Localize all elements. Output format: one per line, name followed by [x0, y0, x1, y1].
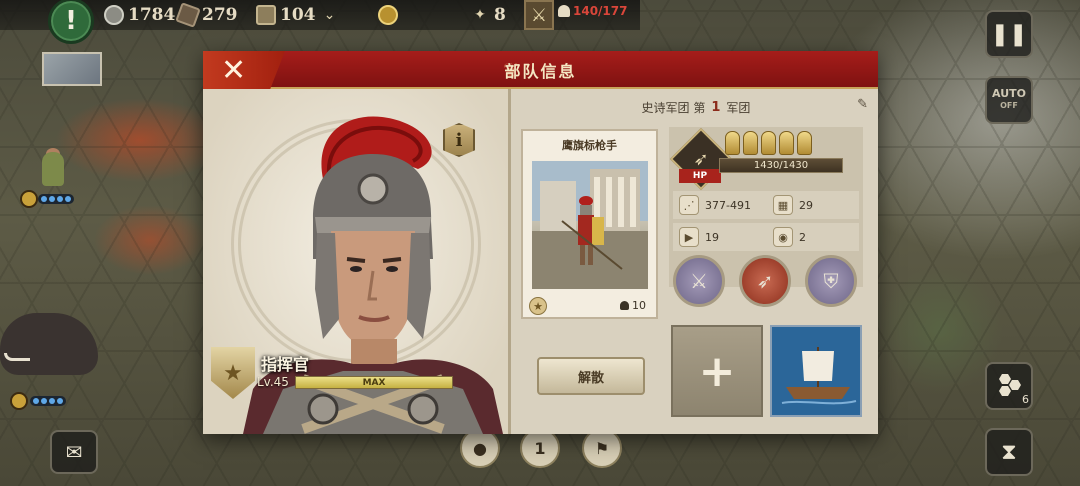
add-icon: +	[698, 345, 736, 397]
info-button[interactable]: i	[443, 123, 475, 157]
unit-faction-icon	[10, 392, 28, 410]
helmet-icon	[743, 131, 758, 155]
bottom-tab-number[interactable]: 1	[520, 428, 560, 468]
hp-value: 1430/1430	[753, 160, 809, 171]
helmet-icon	[761, 131, 776, 155]
boot-icon: ▶	[679, 227, 699, 247]
wood-icon	[175, 2, 201, 28]
hexagons-icon	[999, 374, 1021, 396]
dialog-title: 部队信息	[504, 62, 577, 81]
pause-button[interactable]: ❚❚	[985, 10, 1033, 58]
end-turn-button[interactable]: ⧗	[985, 428, 1033, 476]
hp-tag: HP	[679, 169, 721, 183]
food-resource: 104 ⌄	[256, 3, 340, 27]
commander-panel: i ★ 指挥官 Lv.45 MAX	[203, 89, 508, 434]
skill-formation-icon[interactable]: ⚔	[673, 255, 725, 307]
unit-count: 10	[620, 299, 646, 312]
ship-icon	[772, 327, 860, 415]
helmet-icon	[779, 131, 794, 155]
edit-icon[interactable]: ✎	[857, 97, 868, 112]
silver-value: 1784	[128, 5, 176, 25]
helmet-icon	[797, 131, 812, 155]
vision-stat: ◉ 2	[773, 223, 806, 251]
pause-icon: ❚❚	[990, 21, 1028, 47]
hp-bar: 1430/1430	[719, 158, 843, 173]
hourglass-icon: ⧗	[1001, 439, 1017, 465]
transport-ship-slot[interactable]	[770, 325, 862, 417]
unit-rank-helmets	[725, 131, 812, 155]
person-icon	[558, 5, 570, 17]
wood-value: 279	[202, 5, 238, 25]
add-siege-slot[interactable]: +	[671, 325, 763, 417]
unit-faction-icon	[20, 190, 38, 208]
gold-resource	[378, 3, 398, 27]
alert-button[interactable]: !	[48, 0, 94, 44]
flag-icon: ⚑	[594, 438, 610, 458]
close-icon: ✕	[221, 52, 247, 88]
crossed-swords-button[interactable]: ⚔	[524, 0, 554, 30]
unit-card[interactable]: 鹰旗标枪手 ★ 10	[521, 129, 658, 319]
defense-stat: ▦ 29	[773, 191, 813, 219]
map-mammoth-unit[interactable]	[0, 305, 100, 390]
dismiss-button[interactable]: 解散	[537, 357, 645, 395]
unit-illustration	[532, 161, 648, 289]
movement-stat: ▶ 19	[679, 223, 719, 251]
chevron-down-icon[interactable]: ⌄	[320, 5, 340, 25]
skill-charge-icon[interactable]: ➶	[739, 255, 791, 307]
map-soldier-unit[interactable]	[30, 148, 76, 198]
skill-shield-icon[interactable]: ⛨	[805, 255, 857, 307]
silver-icon	[104, 5, 124, 25]
silver-resource: 1784	[104, 3, 175, 27]
moves-counter: ✦ 8	[470, 3, 506, 27]
experience-label: MAX	[362, 377, 386, 388]
troop-count: 140/177	[558, 4, 627, 18]
auto-battle-button[interactable]: AUTO OFF	[985, 76, 1033, 124]
troop-panel: 史诗军团 第 1 军团 ✎ 鹰旗标枪手 ★ 10 解散 ➶ HP 1430/14…	[508, 89, 878, 434]
legion-title: 史诗军团 第 1 军团	[641, 99, 751, 115]
scroll-icon: ✉	[65, 440, 83, 464]
attack-icon: ⋰	[679, 195, 699, 215]
food-icon	[256, 5, 276, 25]
bottom-tab-right[interactable]: ⚑	[582, 428, 622, 468]
commander-name: 指挥官	[261, 355, 310, 374]
bottom-tab-left[interactable]: ●	[460, 428, 500, 468]
gold-emblem-icon	[378, 5, 398, 25]
unit-tab-icon: ●	[473, 438, 487, 458]
hex-overlay-button[interactable]: 6	[985, 362, 1033, 410]
unit-health-pips	[38, 194, 74, 204]
unit-health-pips	[30, 396, 66, 406]
scroll-button[interactable]: ✉	[50, 430, 98, 474]
wood-resource: 279	[175, 2, 238, 28]
movement-icon: ✦	[474, 7, 486, 23]
person-icon	[620, 301, 629, 310]
unit-info-dialog: ❦ 部队信息 ✕ i ★ 指挥官 Lv.45 MAX 史诗军团 第 1 军团 ✎…	[203, 51, 878, 434]
attack-stat: ⋰ 377-491	[679, 191, 751, 219]
star-icon: ★	[529, 297, 547, 315]
commander-level: Lv.45	[257, 375, 289, 389]
defense-icon: ▦	[773, 195, 793, 215]
food-value: 104	[280, 5, 316, 25]
stat-row-2: ▶ 19 ◉ 2	[673, 223, 859, 251]
minimap-thumbnail[interactable]	[42, 52, 102, 86]
unit-name: 鹰旗标枪手	[562, 139, 617, 152]
experience-bar: MAX	[295, 376, 453, 389]
stat-row-1: ⋰ 377-491 ▦ 29	[673, 191, 859, 219]
helmet-icon	[725, 131, 740, 155]
eye-icon: ◉	[773, 227, 793, 247]
